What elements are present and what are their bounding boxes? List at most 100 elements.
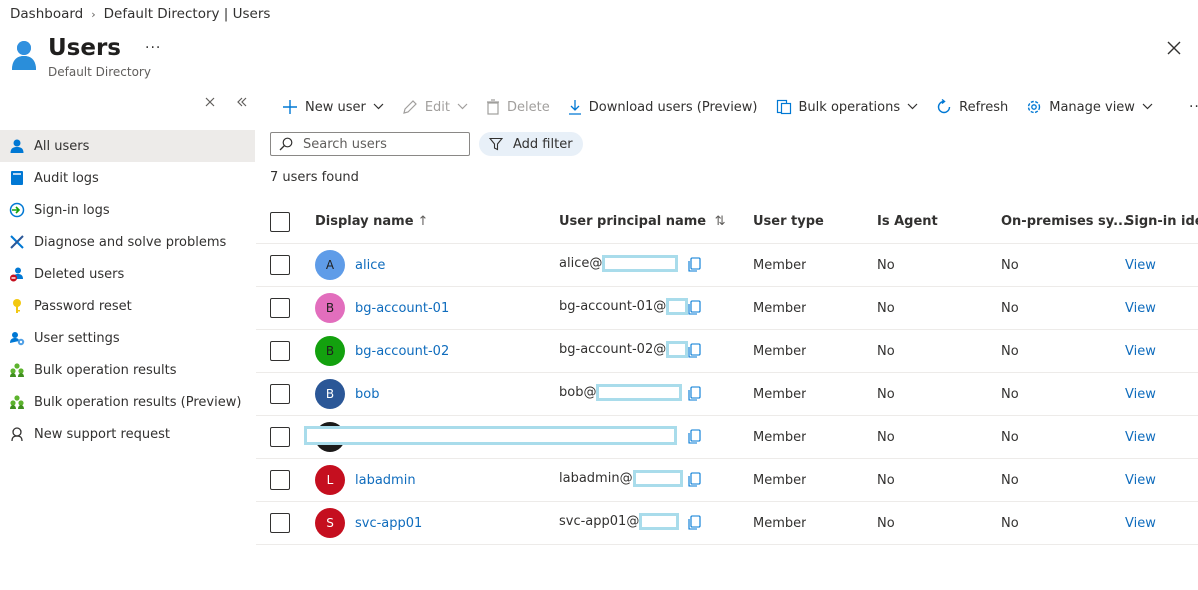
download-users-button[interactable]: Download users (Preview)	[568, 99, 758, 115]
sign-in-view-link[interactable]: View	[1125, 430, 1156, 445]
sign-in-icon	[9, 202, 25, 218]
row-checkbox[interactable]	[270, 470, 290, 490]
column-header-label: Display name	[315, 214, 414, 229]
display-name-cell: B bg-account-02	[315, 336, 449, 366]
add-filter-button[interactable]: Add filter	[479, 132, 583, 156]
copy-icon[interactable]	[687, 343, 701, 363]
users-icon	[10, 38, 38, 74]
user-name-link[interactable]: bg-account-02	[355, 344, 449, 359]
table-row[interactable]: A alice alice@ Member No No View	[256, 244, 1198, 287]
copy-icon[interactable]	[687, 300, 701, 320]
sign-in-view-link[interactable]: View	[1125, 473, 1156, 488]
sidebar-item-bulk-results-preview[interactable]: Bulk operation results (Preview)	[0, 386, 255, 418]
sign-in-view-link[interactable]: View	[1125, 301, 1156, 316]
delete-label: Delete	[507, 99, 550, 115]
user-name-link[interactable]: svc-app01	[355, 516, 422, 531]
copy-icon[interactable]	[687, 429, 701, 449]
new-user-button[interactable]: New user	[282, 99, 384, 115]
more-commands-button[interactable]: ···	[1189, 99, 1198, 115]
table-row[interactable]: L labadmin labadmin@ Member No No View	[256, 459, 1198, 502]
sidebar-item-all-users[interactable]: All users	[0, 130, 255, 162]
group-icon	[9, 394, 25, 410]
sidebar-item-label: Password reset	[34, 298, 132, 314]
refresh-button[interactable]: Refresh	[936, 99, 1008, 115]
sidebar-item-label: Bulk operation results (Preview)	[34, 394, 242, 410]
edit-button[interactable]: Edit	[402, 99, 468, 115]
redaction-box	[596, 384, 683, 401]
sidebar-item-audit-logs[interactable]: Audit logs	[0, 162, 255, 194]
filter-bar: Add filter	[270, 132, 1198, 156]
table-header-row: Display name ↑ User principal name ⇅ Use…	[256, 200, 1198, 244]
page-subtitle: Default Directory	[48, 65, 151, 79]
user-type-cell: Member	[753, 386, 807, 402]
sidebar-item-bulk-results[interactable]: Bulk operation results	[0, 354, 255, 386]
sidebar-item-new-support-request[interactable]: New support request	[0, 418, 255, 450]
download-icon	[568, 99, 582, 115]
download-users-label: Download users (Preview)	[588, 99, 758, 115]
sidebar-item-user-settings[interactable]: User settings	[0, 322, 255, 354]
sign-in-view-link[interactable]: View	[1125, 387, 1156, 402]
row-checkbox[interactable]	[270, 427, 290, 447]
column-header-sign-in-identities[interactable]: Sign-in identi	[1125, 214, 1198, 229]
column-header-on-premises[interactable]: On-premises sy...	[1001, 214, 1128, 229]
table-row[interactable]: B bob bob@ Member No No View	[256, 373, 1198, 416]
copy-icon[interactable]	[687, 515, 701, 535]
row-checkbox[interactable]	[270, 513, 290, 533]
collapse-icon[interactable]	[205, 96, 215, 118]
sign-in-view-link[interactable]: View	[1125, 258, 1156, 273]
user-icon	[9, 138, 25, 154]
delete-button[interactable]: Delete	[486, 99, 550, 115]
column-header-user-type[interactable]: User type	[753, 214, 824, 229]
table-row[interactable]: B bg-account-02 bg-account-02@ Member No…	[256, 330, 1198, 373]
column-header-upn[interactable]: User principal name ⇅	[559, 214, 726, 229]
key-icon	[9, 298, 25, 314]
chevron-down-icon	[907, 102, 918, 113]
sidebar-item-password-reset[interactable]: Password reset	[0, 290, 255, 322]
chevron-down-icon	[1142, 102, 1153, 113]
upn-text: alice@	[559, 256, 603, 271]
breadcrumb-dashboard-link[interactable]: Dashboard	[10, 6, 83, 22]
bulk-operations-button[interactable]: Bulk operations	[776, 99, 919, 115]
on-premises-cell: No	[1001, 343, 1019, 359]
user-name-link[interactable]: bg-account-01	[355, 301, 449, 316]
sidebar-item-deleted-users[interactable]: Deleted users	[0, 258, 255, 290]
search-input[interactable]	[303, 136, 453, 152]
user-name-link[interactable]: bob	[355, 387, 379, 402]
manage-view-button[interactable]: Manage view	[1026, 99, 1153, 115]
sidebar-item-label: New support request	[34, 426, 170, 442]
column-header-display-name[interactable]: Display name ↑	[315, 214, 428, 229]
is-agent-cell: No	[877, 300, 895, 316]
sidebar-item-label: Bulk operation results	[34, 362, 177, 378]
table-row[interactable]: S svc-app01 svc-app01@ Member No No View	[256, 502, 1198, 545]
bulk-operations-icon	[776, 99, 792, 115]
sidebar-item-sign-in-logs[interactable]: Sign-in logs	[0, 194, 255, 226]
add-filter-label: Add filter	[513, 136, 573, 152]
column-header-is-agent[interactable]: Is Agent	[877, 214, 938, 229]
row-checkbox[interactable]	[270, 341, 290, 361]
row-checkbox[interactable]	[270, 298, 290, 318]
sign-in-view-link[interactable]: View	[1125, 516, 1156, 531]
table-row[interactable]: Member No No View	[256, 416, 1198, 459]
copy-icon[interactable]	[687, 386, 701, 406]
close-button[interactable]	[1164, 38, 1184, 58]
table-row[interactable]: B bg-account-01 bg-account-01@ Member No…	[256, 287, 1198, 330]
sidebar-item-label: Diagnose and solve problems	[34, 234, 227, 250]
gear-icon	[1026, 99, 1042, 115]
sign-in-view-link[interactable]: View	[1125, 344, 1156, 359]
trash-icon	[486, 99, 500, 115]
select-all-checkbox[interactable]	[270, 212, 290, 232]
display-name-cell: L labadmin	[315, 465, 416, 495]
on-premises-cell: No	[1001, 472, 1019, 488]
user-name-link[interactable]: labadmin	[355, 473, 416, 488]
more-options-button[interactable]: ···	[145, 40, 161, 56]
double-chevron-left-icon[interactable]	[237, 96, 247, 118]
page-title: Users	[48, 35, 121, 61]
row-checkbox[interactable]	[270, 255, 290, 275]
sidebar-item-diagnose[interactable]: Diagnose and solve problems	[0, 226, 255, 258]
row-checkbox[interactable]	[270, 384, 290, 404]
copy-icon[interactable]	[687, 472, 701, 492]
copy-icon[interactable]	[687, 257, 701, 277]
user-name-link[interactable]: alice	[355, 258, 385, 273]
page-header: Users ··· Default Directory	[10, 34, 161, 79]
support-icon	[9, 426, 25, 442]
